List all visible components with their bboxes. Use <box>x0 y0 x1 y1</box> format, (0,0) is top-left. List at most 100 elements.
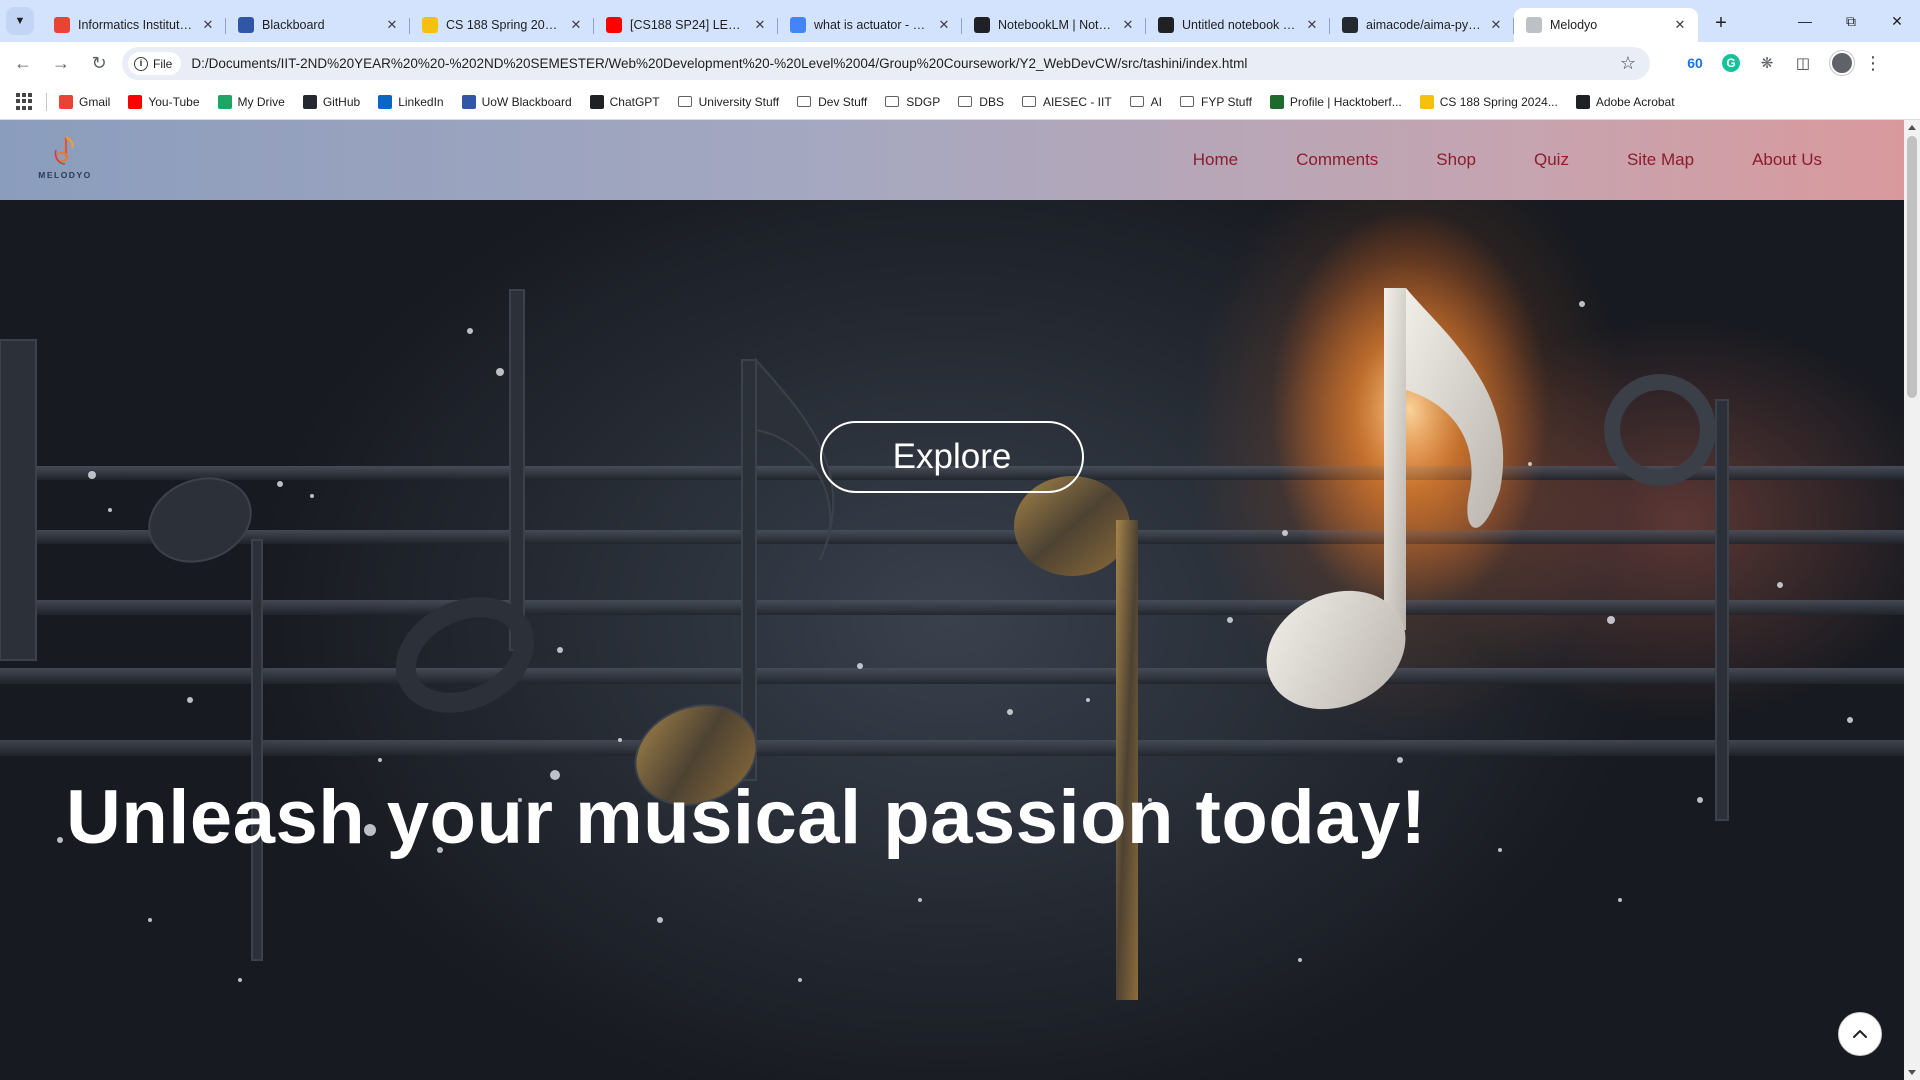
tab-title: CS 188 Spring 2024 | <box>446 18 562 32</box>
bookmark-item[interactable]: AIESEC - IIT <box>1021 94 1112 109</box>
nav-link-about-us[interactable]: About Us <box>1752 150 1822 170</box>
tab-title: what is actuator - Goo <box>814 18 930 32</box>
site-navbar: MELODYO Home Comments Shop Quiz Site Map Abou… <box>0 120 1904 200</box>
bookmark-label: LinkedIn <box>398 94 444 109</box>
restore-icon[interactable]: ⧉ <box>1828 0 1874 42</box>
close-tab-icon[interactable]: ✕ <box>384 17 400 33</box>
browser-tab[interactable]: CS 188 Spring 2024 | ✕ <box>410 8 594 42</box>
close-tab-icon[interactable]: ✕ <box>1672 17 1688 33</box>
bookmark-item[interactable]: Gmail <box>59 94 110 109</box>
bookmark-label: CS 188 Spring 2024... <box>1439 94 1558 109</box>
bookmark-item[interactable]: SDGP <box>885 95 940 109</box>
folder-icon <box>1129 96 1144 107</box>
bookmark-item[interactable]: Dev Stuff <box>797 95 867 109</box>
browser-tab[interactable]: what is actuator - Goo ✕ <box>778 8 962 42</box>
notebooklm-icon <box>1158 17 1174 33</box>
bookmark-item[interactable]: University Stuff <box>677 95 779 109</box>
forward-button[interactable]: → <box>44 46 78 80</box>
close-window-icon[interactable]: ✕ <box>1874 0 1920 42</box>
bookmark-item[interactable]: GitHub <box>302 94 360 109</box>
close-tab-icon[interactable]: ✕ <box>752 17 768 33</box>
google-icon <box>790 17 806 33</box>
bookmark-item[interactable]: AI <box>1129 94 1162 109</box>
bookmark-label: AIESEC - IIT <box>1042 94 1112 109</box>
bookmarks-divider <box>46 92 47 111</box>
minimize-icon[interactable]: — <box>1782 0 1828 42</box>
bookmark-item[interactable]: FYP Stuff <box>1180 95 1252 109</box>
tab-title: Informatics Institute o <box>78 18 194 32</box>
scrollbar-thumb[interactable] <box>1907 136 1917 398</box>
browser-tab-strip: ▼ Informatics Institute o ✕ Blackboard ✕ CS … <box>0 0 1920 42</box>
bookmark-item[interactable]: UoW Blackboard <box>461 94 572 109</box>
folder-icon <box>958 96 973 107</box>
bookmark-star-icon[interactable]: ☆ <box>1620 53 1636 74</box>
close-tab-icon[interactable]: ✕ <box>200 17 216 33</box>
page-scrollbar[interactable] <box>1904 120 1920 1080</box>
folder-icon <box>1021 96 1036 107</box>
apps-grid-icon[interactable] <box>16 92 34 111</box>
browser-tab[interactable]: NotebookLM | Note T ✕ <box>962 8 1146 42</box>
bookmark-item[interactable]: ChatGPT <box>589 94 660 109</box>
back-to-top-button[interactable] <box>1838 1012 1882 1056</box>
browser-tab[interactable]: Informatics Institute o ✕ <box>42 8 226 42</box>
explore-button[interactable]: Explore <box>820 421 1084 493</box>
close-tab-icon[interactable]: ✕ <box>1120 17 1136 33</box>
reload-button[interactable]: ↻ <box>82 46 116 80</box>
browser-tab[interactable]: Blackboard ✕ <box>226 8 410 42</box>
bookmark-label: FYP Stuff <box>1201 94 1252 109</box>
bookmark-item[interactable]: LinkedIn <box>378 94 444 109</box>
menu-kebab-icon[interactable]: ⋮ <box>1864 53 1882 74</box>
grammarly-icon[interactable]: G <box>1716 48 1746 78</box>
tab-search-button[interactable]: ▼ <box>6 7 34 35</box>
site-info-chip[interactable]: i File <box>128 52 182 75</box>
bookmark-item[interactable]: Adobe Acrobat <box>1575 94 1675 109</box>
bookmark-item[interactable]: My Drive <box>217 94 285 109</box>
bookmark-item[interactable]: CS 188 Spring 2024... <box>1419 94 1558 109</box>
url-text[interactable]: D:/Documents/IIT-2ND%20YEAR%20%20-%202ND… <box>191 56 1247 71</box>
pacman-icon <box>422 17 438 33</box>
bookmark-item[interactable]: Profile | Hacktoberf... <box>1269 94 1402 109</box>
nav-link-quiz[interactable]: Quiz <box>1534 150 1569 170</box>
browser-tab[interactable]: Untitled notebook - N ✕ <box>1146 8 1330 42</box>
gmail-icon <box>54 17 70 33</box>
nav-link-shop[interactable]: Shop <box>1436 150 1476 170</box>
nav-link-comments[interactable]: Comments <box>1296 150 1378 170</box>
melodyo-logo[interactable]: MELODYO <box>36 134 94 186</box>
close-tab-icon[interactable]: ✕ <box>568 17 584 33</box>
bookmarks-bar: Gmail You-Tube My Drive GitHub LinkedIn UoW B… <box>0 84 1920 120</box>
folder-icon <box>677 96 692 107</box>
drive-icon <box>217 94 232 109</box>
nav-link-site-map[interactable]: Site Map <box>1627 150 1694 170</box>
address-bar[interactable]: i File D:/Documents/IIT-2ND%20YEAR%20%20… <box>122 47 1650 80</box>
close-tab-icon[interactable]: ✕ <box>1304 17 1320 33</box>
browser-tab[interactable]: aimacode/aima-pytho ✕ <box>1330 8 1514 42</box>
tab-title: Melodyo <box>1550 18 1598 32</box>
bookmark-label: My Drive <box>237 94 285 109</box>
close-tab-icon[interactable]: ✕ <box>936 17 952 33</box>
youtube-icon <box>128 94 143 109</box>
browser-tab[interactable]: [CS188 SP24] LEC05 - ✕ <box>594 8 778 42</box>
linkedin-icon <box>378 94 393 109</box>
bookmark-list: Gmail You-Tube My Drive GitHub LinkedIn UoW B… <box>59 94 1693 109</box>
bookmark-item[interactable]: You-Tube <box>128 94 200 109</box>
close-tab-icon[interactable]: ✕ <box>1488 17 1504 33</box>
bookmark-label: Profile | Hacktoberf... <box>1289 94 1402 109</box>
browser-toolbar: ← → ↻ i File D:/Documents/IIT-2ND%20YEAR… <box>0 42 1920 84</box>
profile-avatar[interactable] <box>1830 51 1854 75</box>
extension-gear-icon[interactable]: ❋ <box>1752 48 1782 78</box>
extensions-puzzle-icon[interactable]: ◫ <box>1788 48 1818 78</box>
extension-60-icon[interactable]: 60 <box>1680 48 1710 78</box>
hacktoberfest-icon <box>1269 94 1284 109</box>
nav-link-home[interactable]: Home <box>1193 150 1238 170</box>
tab-list: Informatics Institute o ✕ Blackboard ✕ CS 18… <box>42 0 1698 42</box>
bookmark-label: AI <box>1150 94 1162 109</box>
new-tab-button[interactable]: + <box>1706 8 1736 38</box>
browser-tab[interactable]: Melodyo ✕ <box>1514 8 1698 42</box>
folder-icon <box>885 96 900 107</box>
tab-title: aimacode/aima-pytho <box>1366 18 1482 32</box>
back-button[interactable]: ← <box>6 46 40 80</box>
nav-links: Home Comments Shop Quiz Site Map About Us <box>1135 120 1822 200</box>
scroll-down-arrow-icon[interactable] <box>1908 1070 1916 1075</box>
bookmark-item[interactable]: DBS <box>958 95 1004 109</box>
scroll-up-arrow-icon[interactable] <box>1908 125 1916 130</box>
